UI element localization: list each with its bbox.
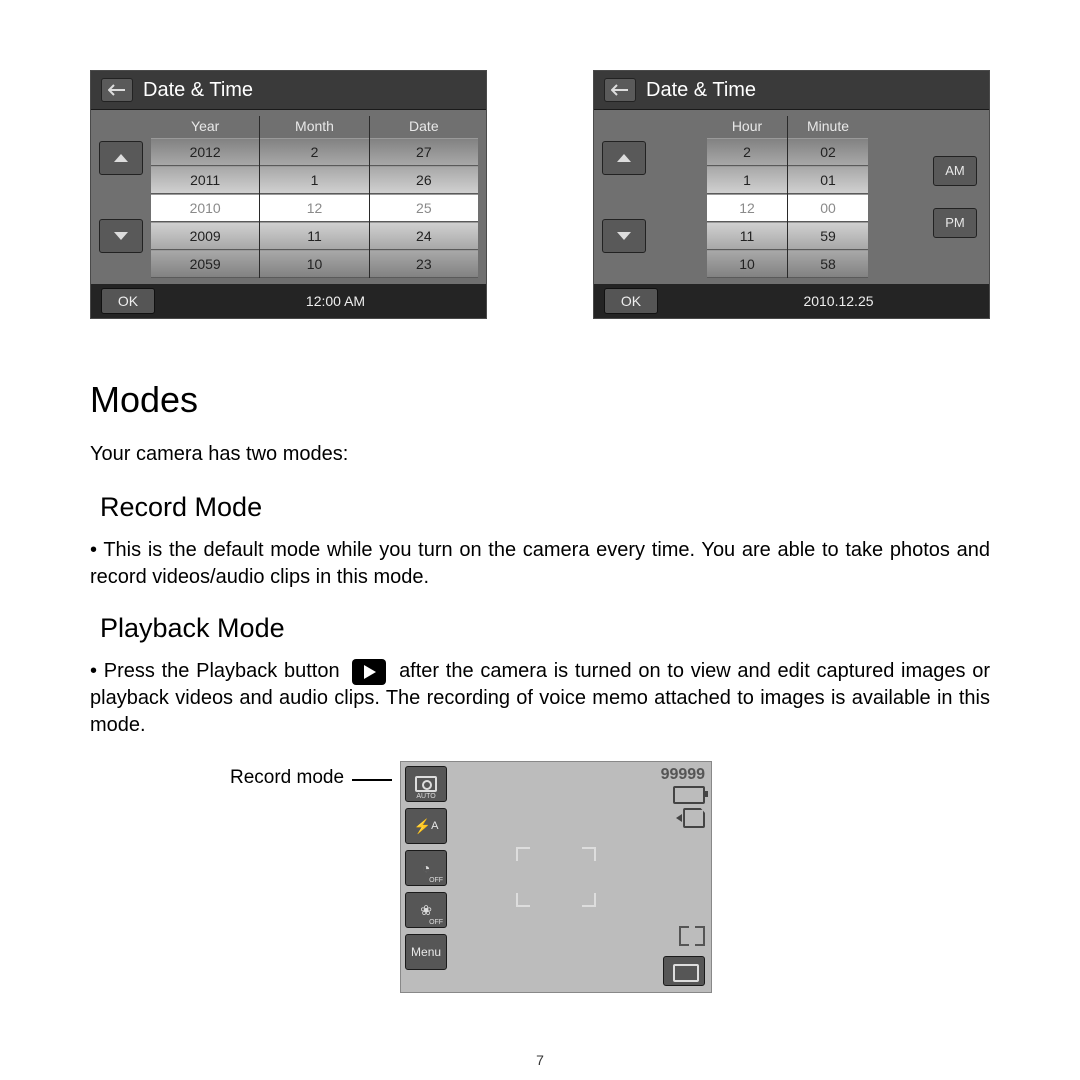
playback-mode-paragraph: Press the Playback button after the came… — [90, 658, 990, 739]
arrow-down-button[interactable] — [99, 219, 143, 253]
flash-auto-icon[interactable]: A — [405, 808, 447, 844]
arrow-up-button[interactable] — [602, 141, 646, 175]
date-time-date-screen: Date & Time Year 2012 201 — [90, 70, 487, 319]
record-mode-paragraph: This is the default mode while you turn … — [90, 537, 990, 591]
screen-title: Date & Time — [646, 79, 756, 102]
date-time-hour-screen: Date & Time Hour 2 1 — [593, 70, 990, 319]
ok-button[interactable]: OK — [101, 288, 155, 314]
col-month: Month — [260, 116, 368, 138]
arrow-up-button[interactable] — [99, 141, 143, 175]
heading-playback-mode: Playback Mode — [100, 613, 990, 644]
footer-date[interactable]: 2010.12.25 — [698, 293, 979, 309]
arrow-down-button[interactable] — [602, 219, 646, 253]
storage-icon — [683, 808, 705, 828]
month-wheel[interactable]: Month 2 1 12 11 10 — [259, 116, 368, 278]
battery-icon — [673, 786, 705, 804]
col-date: Date — [370, 116, 478, 138]
col-hour: Hour — [707, 116, 787, 138]
callout-line — [352, 779, 392, 781]
page-number: 7 — [0, 1052, 1080, 1068]
back-icon[interactable] — [604, 78, 636, 102]
macro-off-icon[interactable]: OFF — [405, 892, 447, 928]
back-icon[interactable] — [101, 78, 133, 102]
date-wheel[interactable]: Date 27 26 25 24 23 — [369, 116, 478, 278]
focus-brackets-icon — [516, 847, 596, 907]
ok-button[interactable]: OK — [604, 288, 658, 314]
af-area-icon[interactable] — [679, 926, 705, 946]
playback-icon — [352, 659, 386, 685]
intro-text: Your camera has two modes: — [90, 443, 990, 466]
heading-modes: Modes — [90, 379, 990, 421]
minute-wheel[interactable]: Minute 02 01 00 59 58 — [787, 116, 868, 278]
pm-button[interactable]: PM — [933, 208, 977, 238]
record-mode-preview: AUTO A OFF OFF Menu 99999 — [400, 761, 712, 993]
shots-counter: 99999 — [661, 766, 706, 784]
display-toggle-button[interactable] — [663, 956, 705, 986]
hour-wheel[interactable]: Hour 2 1 12 11 10 — [707, 116, 787, 278]
col-year: Year — [151, 116, 259, 138]
self-timer-off-icon[interactable]: OFF — [405, 850, 447, 886]
screen-title: Date & Time — [143, 79, 253, 102]
year-wheel[interactable]: Year 2012 2011 2010 2009 2059 — [151, 116, 259, 278]
menu-button[interactable]: Menu — [405, 934, 447, 970]
col-minute: Minute — [788, 116, 868, 138]
footer-time[interactable]: 12:00 AM — [195, 293, 476, 309]
am-button[interactable]: AM — [933, 156, 977, 186]
record-mode-label: Record mode — [230, 761, 344, 789]
camera-auto-icon[interactable]: AUTO — [405, 766, 447, 802]
heading-record-mode: Record Mode — [100, 492, 990, 523]
